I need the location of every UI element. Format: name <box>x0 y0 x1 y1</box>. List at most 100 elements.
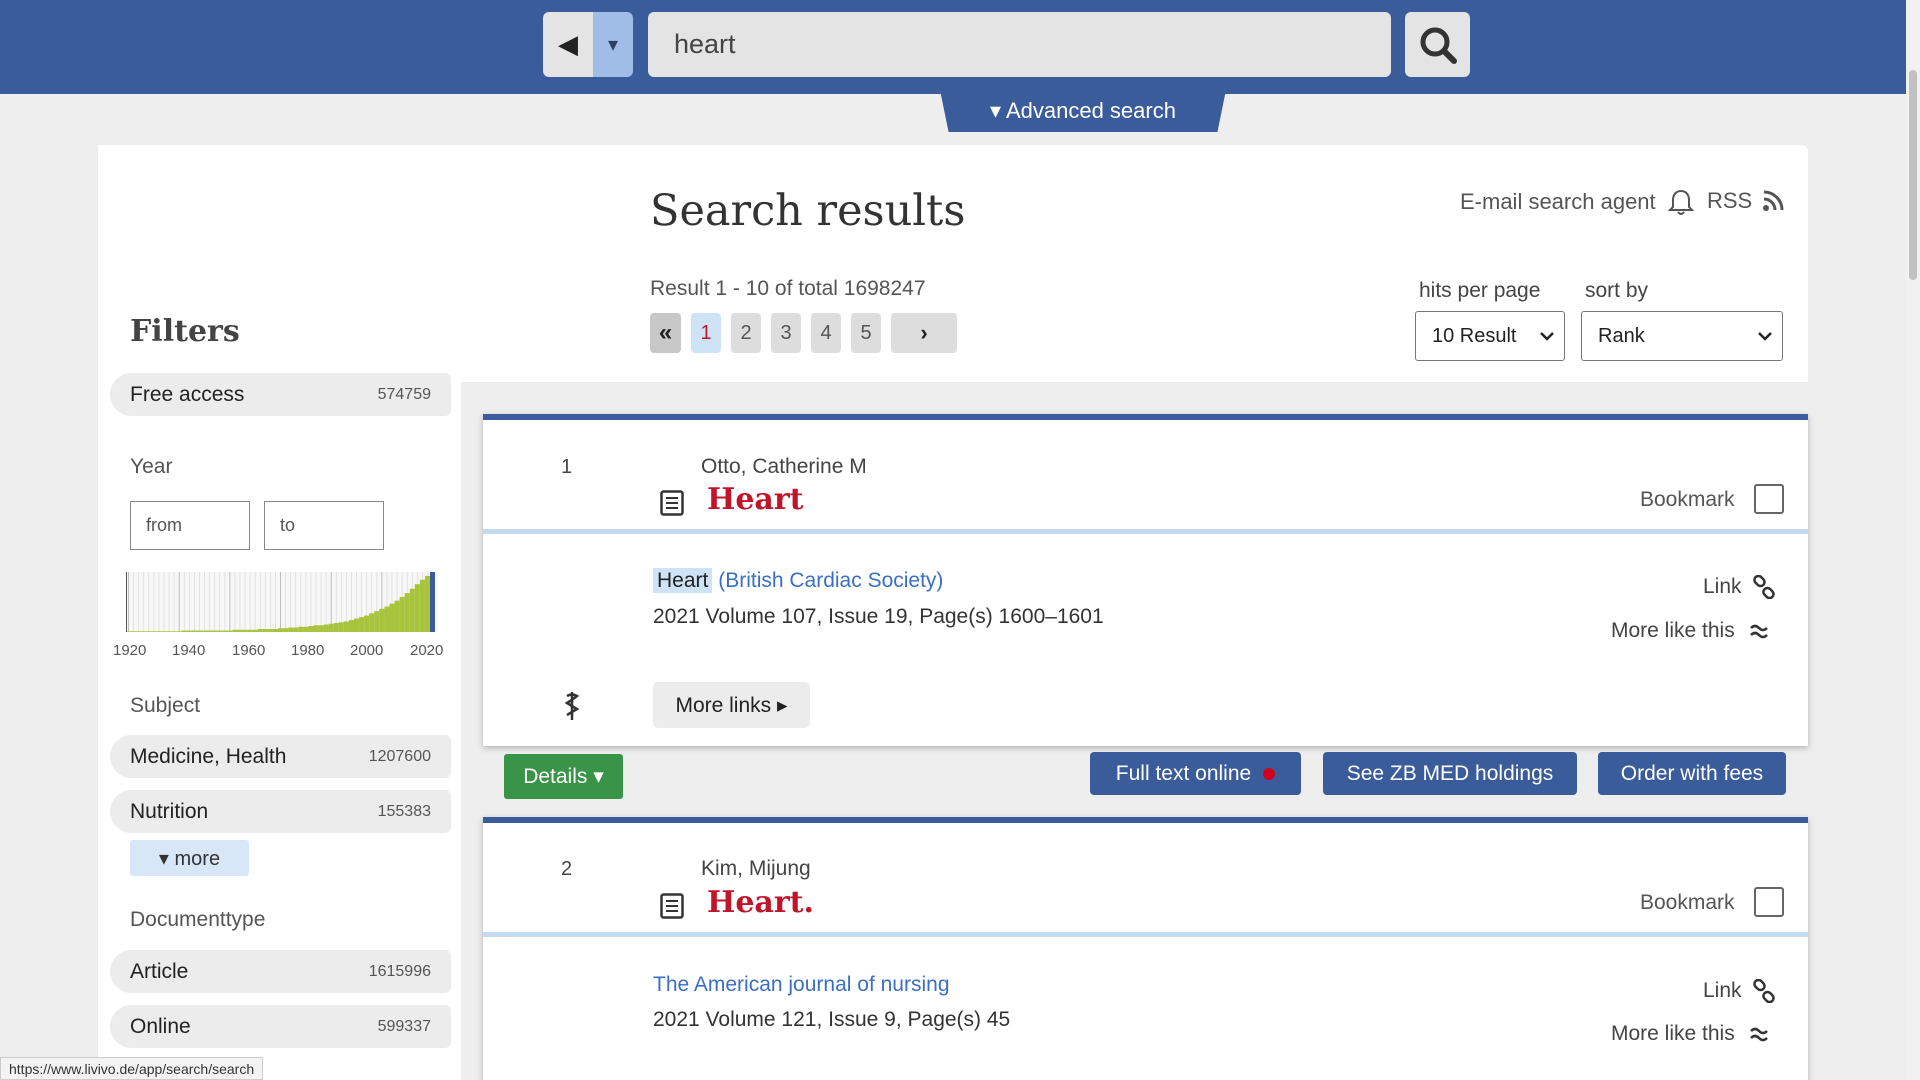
year-tick: 1960 <box>232 642 266 659</box>
histogram-bar <box>212 630 218 632</box>
more-links-button[interactable]: More links ▸ <box>653 682 810 728</box>
histogram-bar <box>181 630 187 632</box>
histogram-bar <box>379 608 385 632</box>
histogram-bar <box>257 629 263 632</box>
facet-article[interactable]: Article 1615996 <box>110 950 451 993</box>
bookmark-label: Bookmark <box>1640 891 1735 914</box>
back-button-group[interactable]: ◀ ▾ <box>543 12 633 77</box>
email-search-agent-link[interactable]: E-mail search agent <box>1460 188 1694 216</box>
year-from-input[interactable]: from <box>130 501 250 550</box>
histogram-bar <box>343 621 349 632</box>
year-label: Year <box>130 455 173 478</box>
histogram-bar <box>364 615 370 632</box>
link-button[interactable]: Link <box>1703 575 1776 599</box>
histogram-bar <box>409 588 415 632</box>
page-5-button[interactable]: 5 <box>851 313 881 353</box>
result-item: 2 Kim, Mijung Heart. Bookmark The Americ… <box>483 817 1808 1080</box>
scrollbar-thumb[interactable] <box>1909 70 1917 280</box>
link-label: Link <box>1703 979 1742 1002</box>
search-button[interactable] <box>1405 12 1470 77</box>
histogram-bar <box>288 627 294 632</box>
histogram-bar <box>293 627 299 632</box>
next-page-button[interactable]: › <box>891 313 957 353</box>
year-tick: 1980 <box>291 642 325 659</box>
bell-icon <box>1667 189 1694 215</box>
journal-name: (British Cardiac Society) <box>718 569 944 592</box>
approx-icon <box>1749 624 1768 639</box>
page-2-button[interactable]: 2 <box>731 313 761 353</box>
histogram-bar <box>404 593 410 632</box>
facet-count: 1615996 <box>368 962 431 980</box>
result-journal-link[interactable]: Heart (British Cardiac Society) <box>653 568 944 593</box>
bookmark-checkbox[interactable] <box>1754 887 1784 917</box>
year-to-input[interactable]: to <box>264 501 384 550</box>
bookmark-label: Bookmark <box>1640 488 1735 511</box>
advanced-search-tab[interactable]: ▾ Advanced search <box>940 90 1226 132</box>
facet-medicine-health[interactable]: Medicine, Health 1207600 <box>110 735 451 778</box>
result-journal-link[interactable]: The American journal of nursing <box>653 973 950 997</box>
histogram-bar <box>333 623 339 632</box>
rss-label: RSS <box>1707 188 1753 213</box>
histogram-bar <box>419 579 425 632</box>
page-title: Search results <box>650 186 966 236</box>
approx-icon <box>1749 1027 1768 1042</box>
histogram-bar <box>141 631 147 632</box>
histogram-bar <box>267 629 273 632</box>
histogram-bar <box>242 629 248 632</box>
page-3-button[interactable]: 3 <box>771 313 801 353</box>
histogram-bar <box>171 631 177 632</box>
year-tick: 1920 <box>113 642 147 659</box>
histogram-bar <box>232 629 238 632</box>
bookmark-checkbox[interactable] <box>1754 484 1784 514</box>
article-icon <box>660 490 684 516</box>
order-with-fees-button[interactable]: Order with fees <box>1598 752 1786 795</box>
result-author[interactable]: Kim, Mijung <box>701 857 811 881</box>
search-input[interactable] <box>648 12 1391 77</box>
facet-label: Nutrition <box>130 799 209 823</box>
facet-nutrition[interactable]: Nutrition 155383 <box>110 790 451 833</box>
result-meta: 2021 Volume 107, Issue 19, Page(s) 1600–… <box>653 605 1104 628</box>
more-like-this-button[interactable]: More like this <box>1611 1022 1769 1046</box>
facet-online[interactable]: Online 599337 <box>110 1005 451 1048</box>
histogram-bar <box>151 631 157 632</box>
histogram-bar <box>272 629 278 632</box>
result-title-link[interactable]: Heart. <box>707 885 814 920</box>
facet-free-access[interactable]: Free access 574759 <box>110 373 451 416</box>
status-bar-url: https://www.livivo.de/app/search/search <box>0 1057 264 1080</box>
histogram-bar <box>202 630 208 632</box>
facet-label: Free access <box>130 382 245 406</box>
year-histogram[interactable] <box>126 572 438 632</box>
documenttype-label: Documenttype <box>130 908 266 931</box>
details-button[interactable]: Details ▾ <box>504 754 623 799</box>
result-title-link[interactable]: Heart <box>707 482 804 517</box>
more-subjects-button[interactable]: ▾ more <box>130 840 249 876</box>
more-like-this-button[interactable]: More like this <box>1611 619 1769 643</box>
chevron-down-icon <box>1540 332 1554 341</box>
histogram-bar <box>283 628 289 632</box>
histogram-bar <box>161 631 167 632</box>
histogram-bar <box>394 600 400 632</box>
histogram-bar <box>146 631 152 632</box>
history-dropdown-button[interactable]: ▾ <box>593 12 633 77</box>
first-page-button[interactable]: « <box>650 313 681 353</box>
back-button[interactable]: ◀ <box>543 12 593 77</box>
result-author[interactable]: Otto, Catherine M <box>701 455 867 479</box>
sort-by-label: sort by <box>1585 279 1649 302</box>
facet-count: 599337 <box>377 1017 431 1035</box>
hits-per-page-select[interactable]: 10 Result <box>1415 311 1565 361</box>
histogram-bar <box>278 628 284 632</box>
filters-heading: Filters <box>130 314 240 349</box>
result-number: 1 <box>561 456 573 478</box>
sort-by-select[interactable]: Rank <box>1581 311 1783 361</box>
histogram-bar <box>186 630 192 632</box>
page-1-button[interactable]: 1 <box>691 313 721 353</box>
subject-label: Subject <box>130 694 201 717</box>
result-top-border <box>483 817 1808 823</box>
journal-highlight: Heart <box>653 568 713 593</box>
rss-link[interactable]: RSS <box>1707 188 1784 214</box>
page-4-button[interactable]: 4 <box>811 313 841 353</box>
full-text-online-button[interactable]: Full text online <box>1090 752 1301 795</box>
histogram-bar <box>237 629 243 632</box>
zb-med-holdings-button[interactable]: See ZB MED holdings <box>1323 752 1577 795</box>
link-button[interactable]: Link <box>1703 979 1776 1003</box>
